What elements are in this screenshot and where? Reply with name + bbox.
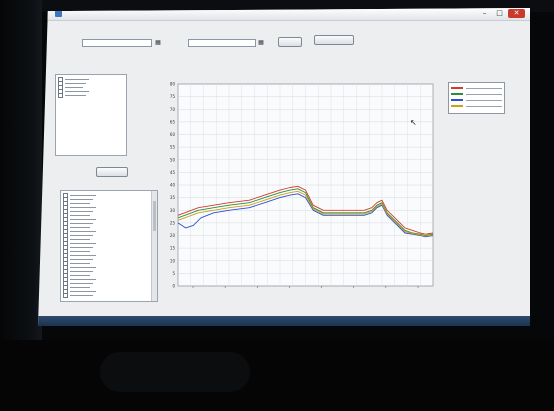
chart-legend bbox=[448, 82, 505, 114]
end-time-field[interactable] bbox=[188, 39, 256, 47]
legend-swatch bbox=[451, 93, 463, 95]
list-item-text bbox=[65, 78, 89, 80]
legend-swatch bbox=[451, 87, 463, 89]
list-item-text bbox=[70, 206, 96, 208]
list-item-text bbox=[70, 258, 93, 260]
start-time-field[interactable] bbox=[82, 39, 152, 47]
y-tick-label: 25 bbox=[170, 220, 176, 225]
point-list-2-rows bbox=[61, 191, 157, 298]
list-item-text bbox=[65, 82, 86, 84]
list-item-text bbox=[70, 222, 93, 224]
legend-label bbox=[466, 87, 502, 89]
vertical-scrollbar[interactable] bbox=[151, 191, 157, 301]
y-tick-label: 60 bbox=[170, 132, 176, 137]
y-tick-label: 30 bbox=[170, 208, 176, 213]
list-item-text bbox=[70, 238, 90, 240]
list-item-text bbox=[70, 194, 96, 196]
list-item-text bbox=[70, 270, 93, 272]
y-tick-label: 55 bbox=[170, 145, 176, 150]
y-tick-label: 65 bbox=[170, 119, 176, 124]
legend-swatch bbox=[451, 99, 463, 101]
list-item[interactable] bbox=[61, 292, 157, 298]
list-item-text bbox=[70, 230, 96, 232]
remove-button[interactable] bbox=[96, 167, 128, 177]
legend-label bbox=[466, 99, 502, 101]
list-item-text bbox=[70, 198, 93, 200]
list-item-text bbox=[70, 262, 90, 264]
list-item-text bbox=[65, 94, 86, 96]
list-item-text bbox=[70, 290, 96, 292]
list-item-text bbox=[70, 242, 96, 244]
y-tick-label: 70 bbox=[170, 107, 176, 112]
list-item-text bbox=[70, 278, 96, 280]
point-list-1-rows bbox=[56, 75, 126, 98]
minimize-icon[interactable]: – bbox=[478, 9, 491, 18]
y-tick-label: 0 bbox=[172, 284, 175, 289]
taskbar bbox=[38, 316, 530, 326]
list-item[interactable] bbox=[56, 92, 126, 98]
legend-label bbox=[466, 105, 502, 107]
scrollbar-thumb[interactable] bbox=[153, 201, 156, 231]
maximize-icon[interactable]: □ bbox=[493, 9, 506, 18]
query-button[interactable] bbox=[278, 37, 302, 47]
history-chart: 0 5 10 15 20 25 30 35 40 45 50 55 60 65 70 75 80 bbox=[170, 82, 434, 289]
y-tick-label: 80 bbox=[170, 82, 176, 87]
list-item-text bbox=[70, 286, 90, 288]
point-list-2[interactable] bbox=[60, 190, 158, 302]
y-tick-label: 45 bbox=[170, 170, 176, 175]
y-tick-label: 10 bbox=[170, 258, 176, 263]
close-icon[interactable]: ✕ bbox=[508, 9, 525, 18]
list-item-text bbox=[65, 86, 83, 88]
list-item-text bbox=[70, 214, 90, 216]
y-tick-label: 5 bbox=[172, 271, 175, 276]
list-item-text bbox=[65, 90, 89, 92]
y-tick-label: 50 bbox=[170, 157, 176, 162]
y-tick-label: 75 bbox=[170, 94, 176, 99]
legend-rows bbox=[451, 85, 502, 109]
legend-label bbox=[466, 93, 502, 95]
y-tick-label: 15 bbox=[170, 246, 176, 251]
list-item-text bbox=[70, 282, 93, 284]
list-item-text bbox=[70, 254, 96, 256]
legend-swatch bbox=[451, 105, 463, 107]
y-tick-label: 35 bbox=[170, 195, 176, 200]
y-tick-label: 40 bbox=[170, 183, 176, 188]
checkbox[interactable] bbox=[63, 292, 68, 298]
legend-item bbox=[451, 103, 502, 109]
y-tick-label: 20 bbox=[170, 233, 176, 238]
monitor-stand-area bbox=[0, 340, 554, 411]
list-item-text bbox=[70, 210, 93, 212]
list-item-text bbox=[70, 246, 93, 248]
list-item-text bbox=[70, 226, 90, 228]
list-item-text bbox=[70, 266, 96, 268]
mouse-cursor-icon: ↖ bbox=[410, 118, 417, 127]
list-item-text bbox=[70, 294, 93, 296]
monitor-screen: – □ ✕ ▦ ▦ 0 5 10 15 20 25 30 35 40 45 50 55 60 65 70 75… bbox=[38, 8, 530, 326]
list-item-text bbox=[70, 274, 90, 276]
checkbox[interactable] bbox=[58, 92, 63, 98]
monitor-stand-base bbox=[100, 352, 250, 392]
list-item-text bbox=[70, 218, 96, 220]
print-chart-button[interactable] bbox=[314, 35, 354, 45]
list-item-text bbox=[70, 202, 90, 204]
point-list-1[interactable] bbox=[55, 74, 127, 156]
list-item-text bbox=[70, 234, 93, 236]
calendar-icon[interactable]: ▦ bbox=[154, 39, 162, 47]
calendar-icon[interactable]: ▦ bbox=[257, 39, 265, 47]
list-item-text bbox=[70, 250, 90, 252]
